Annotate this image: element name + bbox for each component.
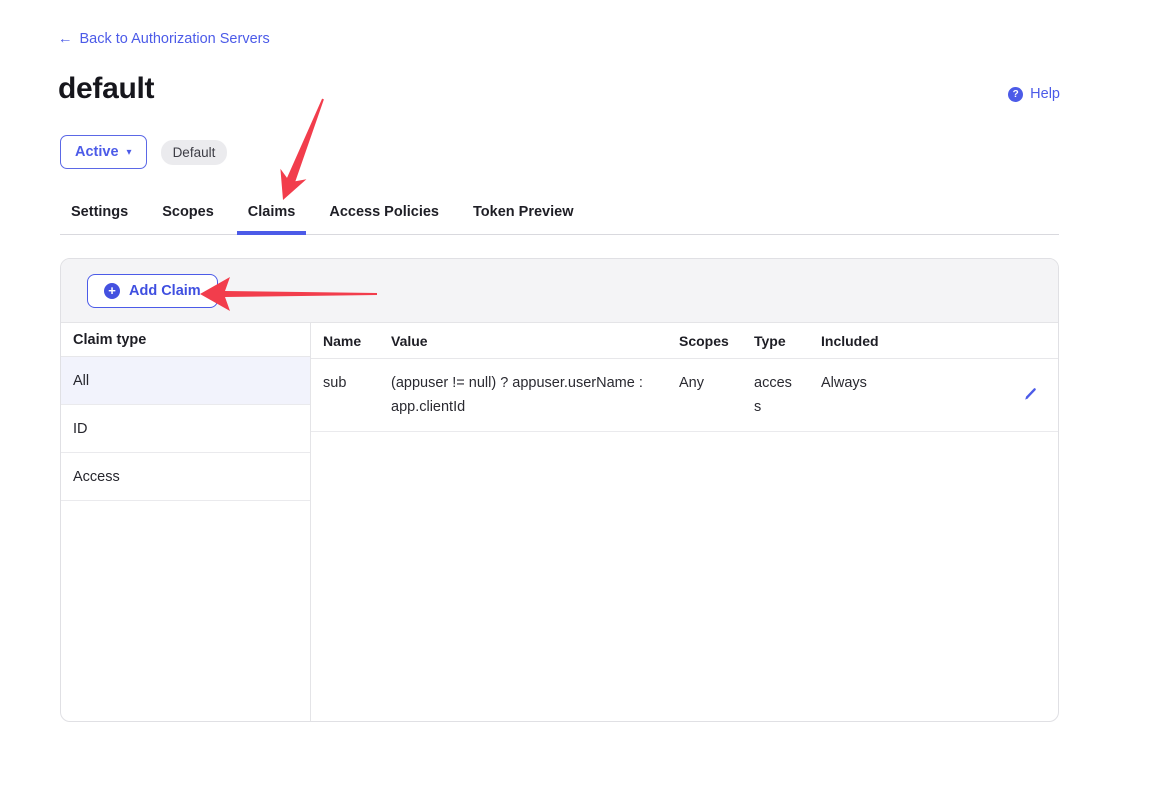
claim-value-cell: (appuser != null) ? appuser.userName : a… xyxy=(391,371,679,419)
back-link-label: Back to Authorization Servers xyxy=(80,31,270,47)
tab-token-preview[interactable]: Token Preview xyxy=(462,201,584,235)
annotation-arrow-claims-tab xyxy=(265,95,325,205)
active-status-label: Active xyxy=(75,144,119,160)
help-label: Help xyxy=(1030,86,1060,102)
column-header-value: Value xyxy=(391,333,679,349)
claims-panel: + Add Claim Claim type All ID Access Nam… xyxy=(60,258,1059,722)
default-badge: Default xyxy=(161,140,228,165)
status-row: Active ▾ Default xyxy=(60,135,227,169)
plus-icon: + xyxy=(104,283,120,299)
chevron-down-icon: ▾ xyxy=(127,147,132,158)
claim-type-header: Claim type xyxy=(61,323,310,357)
tab-claims[interactable]: Claims xyxy=(237,201,307,235)
page-header: default ? Help xyxy=(58,72,1060,106)
claim-type-item-access[interactable]: Access xyxy=(61,453,310,501)
claims-toolbar: + Add Claim xyxy=(61,259,1058,323)
tab-bar: Settings Scopes Claims Access Policies T… xyxy=(60,201,1059,235)
active-status-dropdown[interactable]: Active ▾ xyxy=(60,135,147,169)
claim-type-item-all[interactable]: All xyxy=(61,357,310,405)
claim-included-cell: Always xyxy=(821,371,994,395)
help-question-icon: ? xyxy=(1008,87,1023,102)
claim-type-sidebar: Claim type All ID Access xyxy=(61,323,311,721)
page-title: default xyxy=(58,72,154,106)
tab-settings[interactable]: Settings xyxy=(60,201,139,235)
column-header-included: Included xyxy=(821,333,994,349)
pencil-icon xyxy=(1023,386,1038,401)
tab-access-policies[interactable]: Access Policies xyxy=(318,201,450,235)
column-header-name: Name xyxy=(323,333,391,349)
edit-claim-button[interactable] xyxy=(1023,381,1038,409)
column-header-scopes: Scopes xyxy=(679,333,754,349)
page: { "colors": { "accent": "#4c5be8", "arro… xyxy=(0,0,1158,808)
add-claim-button[interactable]: + Add Claim xyxy=(87,274,218,308)
claims-table: Name Value Scopes Type Included sub (app… xyxy=(311,323,1058,721)
tab-scopes[interactable]: Scopes xyxy=(151,201,225,235)
claim-scopes-cell: Any xyxy=(679,371,754,395)
help-link[interactable]: ? Help xyxy=(1008,86,1060,102)
column-header-type: Type xyxy=(754,333,821,349)
back-to-authorization-servers-link[interactable]: ← Back to Authorization Servers xyxy=(58,31,270,47)
claim-name-cell: sub xyxy=(323,371,391,395)
breadcrumb: ← Back to Authorization Servers xyxy=(58,30,270,48)
table-row: sub (appuser != null) ? appuser.userName… xyxy=(311,359,1058,432)
claim-type-item-id[interactable]: ID xyxy=(61,405,310,453)
claims-panel-body: Claim type All ID Access Name Value Scop… xyxy=(61,323,1058,721)
claims-table-header: Name Value Scopes Type Included xyxy=(311,323,1058,359)
back-arrow-icon: ← xyxy=(58,31,73,47)
claim-type-cell: access xyxy=(754,371,821,419)
add-claim-label: Add Claim xyxy=(129,283,201,299)
